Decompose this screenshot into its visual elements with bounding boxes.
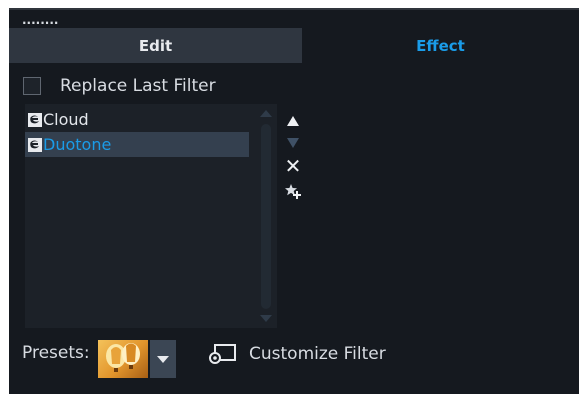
tab-edit[interactable]: Edit bbox=[9, 28, 302, 63]
filter-panel: ........ Edit Effect Replace Last Filter… bbox=[9, 8, 579, 394]
list-item-cloud[interactable]: Cloud bbox=[25, 107, 249, 132]
list-item-duotone[interactable]: Duotone bbox=[25, 132, 249, 157]
move-down-icon[interactable] bbox=[284, 134, 302, 152]
replace-last-filter-checkbox[interactable] bbox=[23, 77, 41, 95]
filter-fx-icon bbox=[28, 137, 42, 152]
replace-last-filter-label[interactable]: Replace Last Filter bbox=[60, 76, 216, 96]
presets-dropdown-button[interactable] bbox=[150, 340, 176, 378]
chevron-down-icon bbox=[157, 355, 169, 363]
delete-filter-icon[interactable]: ✕ bbox=[284, 156, 302, 176]
replace-last-filter-row: Replace Last Filter bbox=[23, 76, 216, 96]
list-item-label: Duotone bbox=[43, 135, 112, 154]
scroll-up-arrow-icon[interactable] bbox=[260, 110, 272, 117]
panel-grip-handle[interactable]: ........ bbox=[22, 14, 58, 26]
filter-fx-icon bbox=[28, 112, 42, 127]
scroll-down-arrow-icon[interactable] bbox=[260, 315, 272, 322]
tab-effect[interactable]: Effect bbox=[302, 28, 579, 63]
add-favorite-icon[interactable] bbox=[284, 182, 302, 200]
list-scrollbar[interactable] bbox=[252, 104, 277, 328]
move-up-icon[interactable] bbox=[284, 112, 302, 130]
scroll-track[interactable] bbox=[261, 124, 271, 309]
tab-bar: Edit Effect bbox=[9, 28, 579, 63]
presets-label: Presets: bbox=[22, 343, 90, 363]
list-item-label: Cloud bbox=[43, 110, 89, 129]
preset-thumbnail[interactable] bbox=[98, 340, 148, 378]
customize-filter-button[interactable]: Customize Filter bbox=[208, 343, 386, 365]
customize-filter-label: Customize Filter bbox=[249, 344, 386, 364]
customize-filter-icon bbox=[209, 344, 236, 364]
applied-filters-list: Cloud Duotone bbox=[25, 104, 277, 328]
